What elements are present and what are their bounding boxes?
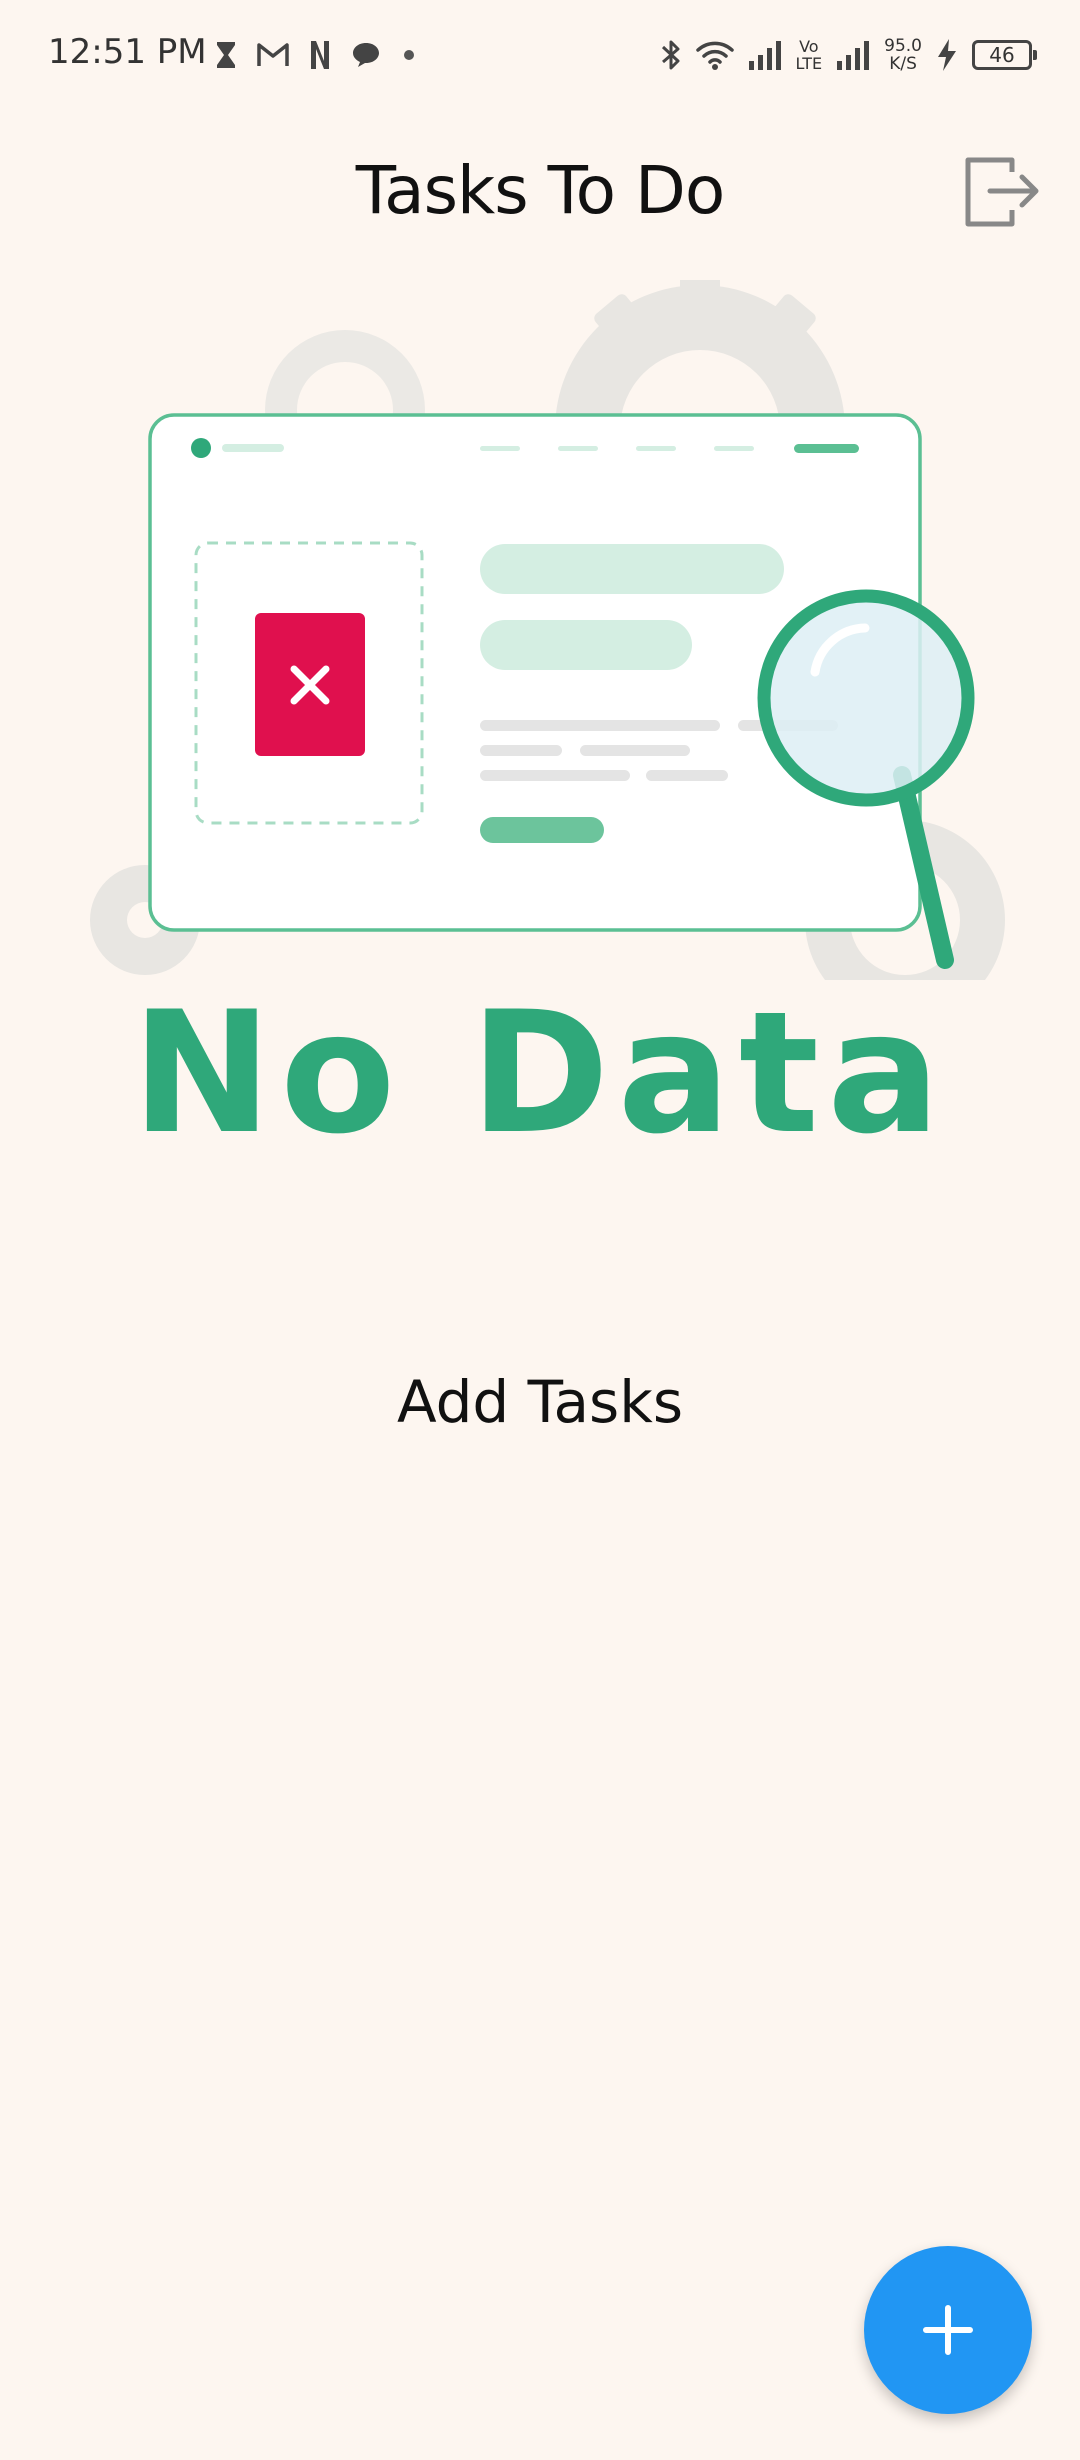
no-data-illustration-text: No Data bbox=[131, 975, 949, 1171]
charging-icon bbox=[936, 38, 958, 72]
volte-bottom-text: LTE bbox=[795, 54, 823, 73]
netflix-icon bbox=[309, 40, 331, 70]
volte-top-text: Vo bbox=[799, 37, 819, 56]
net-speed-value: 95.0 bbox=[884, 36, 922, 56]
battery-indicator: 46 bbox=[972, 40, 1037, 70]
signal-icon-2 bbox=[836, 39, 870, 71]
dot-icon bbox=[401, 47, 417, 63]
battery-level: 46 bbox=[989, 43, 1015, 67]
net-speed-unit: K/S bbox=[889, 54, 917, 74]
hourglass-icon bbox=[215, 40, 237, 70]
plus-icon bbox=[923, 2305, 973, 2355]
volte-indicator: Vo LTE bbox=[796, 38, 823, 72]
signal-icon bbox=[748, 39, 782, 71]
gmail-icon bbox=[257, 42, 289, 68]
wifi-icon bbox=[695, 39, 734, 71]
status-time: 12:51 PM bbox=[48, 32, 207, 72]
chat-bubble-icon bbox=[351, 41, 381, 69]
logout-button[interactable] bbox=[962, 150, 1044, 232]
logout-icon bbox=[965, 157, 1039, 227]
bluetooth-icon bbox=[660, 38, 682, 72]
add-task-button[interactable] bbox=[864, 2246, 1032, 2414]
net-speed: 95.0 K/S bbox=[884, 37, 922, 73]
status-bar: 12:51 PM Vo LTE 95.0 K/S 46 bbox=[0, 0, 1080, 110]
status-right-icons: Vo LTE 95.0 K/S 46 bbox=[660, 30, 1037, 80]
status-left-icons bbox=[215, 30, 417, 80]
empty-state-message: Add Tasks bbox=[396, 1368, 684, 1436]
page-title: Tasks To Do bbox=[355, 152, 725, 229]
